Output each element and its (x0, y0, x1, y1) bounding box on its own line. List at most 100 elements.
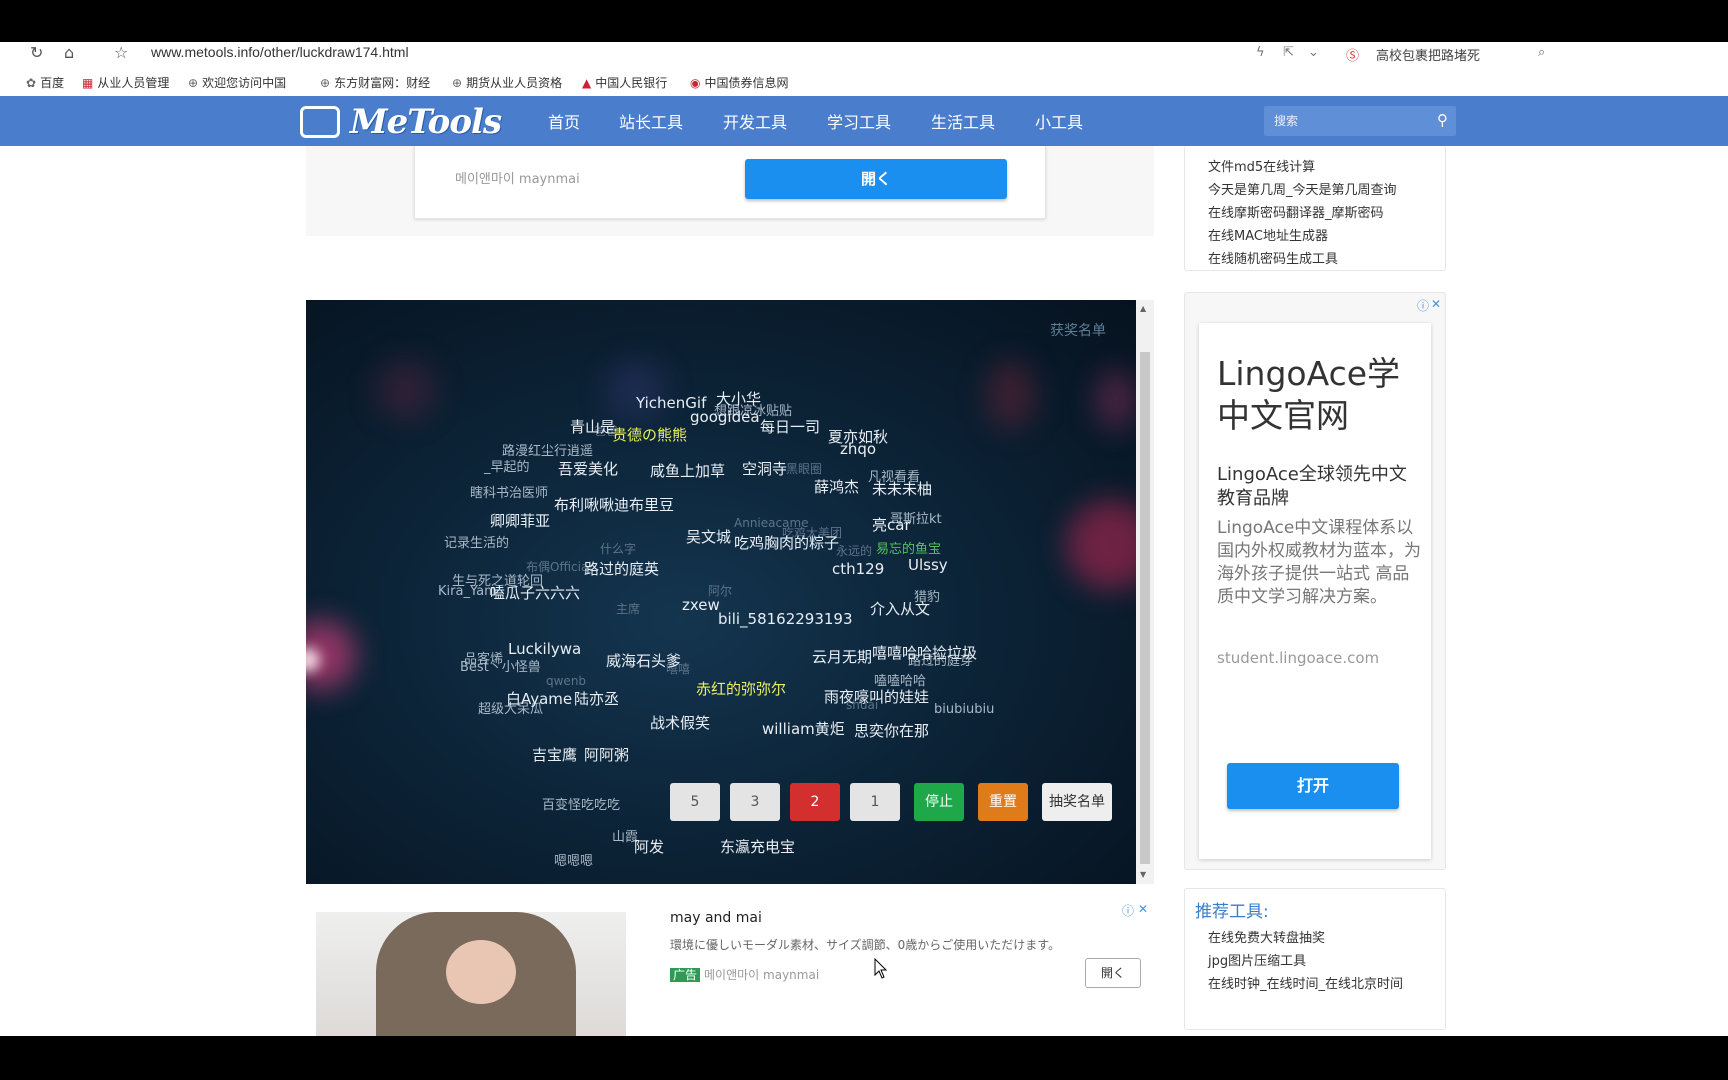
globe-icon: ⊕ (320, 76, 331, 90)
bookmark-item[interactable]: ✿ 百度 (26, 74, 64, 91)
sogou-icon[interactable]: Ⓢ (1346, 45, 1359, 64)
stage-scrollbar[interactable]: ▲ ▼ (1136, 300, 1154, 884)
globe-icon: ⊕ (188, 76, 199, 90)
ad-title[interactable]: may and mai (670, 910, 762, 926)
stop-button[interactable]: 停止 (914, 783, 964, 821)
ad-tag: 广告 (670, 968, 701, 982)
glow-light (1066, 500, 1136, 590)
ad-open-button[interactable]: 開く (1085, 958, 1141, 988)
recommend-panel: 推荐工具: 在线免费大转盘抽奖 jpg图片压缩工具 在线时钟_在线时间_在线北京… (1184, 888, 1446, 1030)
name-tag: 百变怪吃吃吃 (542, 798, 621, 813)
count-1-button[interactable]: 1 (850, 783, 900, 821)
name-tag: william黄炬 (762, 720, 845, 738)
nav-study-tools[interactable]: 学习工具 (827, 109, 891, 133)
bookmark-item[interactable]: ▲ 中国人民银行 (582, 74, 667, 91)
reset-button[interactable]: 重置 (978, 783, 1028, 821)
name-tag: 大小华 (716, 390, 762, 408)
tool-link[interactable]: 在线随机密码生成工具 (1208, 248, 1338, 267)
search-hint[interactable]: 高校包裹把路堵死 (1376, 45, 1480, 64)
nav-dev-tools[interactable]: 开发工具 (723, 109, 787, 133)
bookmark-item[interactable]: ◉ 中国债券信息网 (690, 74, 789, 91)
name-tag: 思奕你在那 (854, 722, 930, 740)
reload-icon[interactable]: ↻ (30, 43, 43, 62)
nav-small-tools[interactable]: 小工具 (1035, 109, 1083, 133)
toolbox-icon (300, 106, 340, 138)
ad-headline: LingoAce学中文官网 (1217, 354, 1401, 435)
name-tag: 雨夜嚎叫的娃娃 (824, 688, 930, 706)
ad-image[interactable] (316, 912, 626, 1036)
name-tag: zxew (682, 596, 720, 614)
sidebar-ad: ⓘ ✕ LingoAce学中文官网 LingoAce全球领先中文教育品牌 Lin… (1184, 292, 1446, 870)
bookmark-item[interactable]: ⊕ 欢迎您访问中国 (188, 74, 286, 91)
globe-icon: ⊕ (452, 76, 463, 90)
bottom-ad: may and mai 環境に優しいモーダル素材、サイズ調節、0歳からご使用いた… (306, 902, 1154, 1036)
name-tag: 每日一司 (760, 418, 821, 436)
ad-source: 广告 메이앤마이 maynmai (670, 966, 819, 983)
scroll-up-icon[interactable]: ▲ (1140, 304, 1146, 313)
name-tag: 阿阿粥 (584, 746, 630, 764)
name-tag: qwenb (546, 674, 587, 688)
name-tag: googidea (690, 408, 760, 426)
tool-link[interactable]: 在线摩斯密码翻译器_摩斯密码 (1208, 202, 1384, 221)
nav-webmaster-tools[interactable]: 站长工具 (619, 109, 683, 133)
draw-list-button[interactable]: 抽奖名单 (1042, 783, 1112, 821)
ad-open-button[interactable]: 打开 (1227, 763, 1399, 809)
name-tag: 薛鸿杰 (814, 478, 860, 496)
name-tag: 主席 (616, 602, 641, 616)
glow-light (376, 360, 436, 420)
name-tag: 空洞寺 (742, 460, 788, 478)
name-tag: 战术假笑 (650, 714, 711, 732)
name-tag: 陆亦丞 (574, 690, 620, 708)
ad-close-icon[interactable]: ✕ (1431, 297, 1441, 311)
ad-open-button[interactable]: 開く (745, 159, 1007, 199)
tool-link[interactable]: 在线MAC地址生成器 (1208, 225, 1328, 244)
tool-link[interactable]: 文件md5在线计算 (1208, 156, 1315, 175)
star-icon[interactable]: ☆ (114, 43, 128, 62)
lottery-stage: 获奖名单 爸爸 黑眼圈 什么字 永远的 Annieacame 吃鸡大美团 布偶O… (306, 300, 1136, 884)
site-logo[interactable]: MeTools (300, 102, 502, 142)
winners-label[interactable]: 获奖名单 (1050, 320, 1106, 340)
lingoace-ad-card[interactable]: LingoAce学中文官网 LingoAce全球领先中文教育品牌 LingoAc… (1199, 323, 1431, 859)
name-tag: 嘻嘻哈哈捡垃圾 (872, 644, 978, 662)
count-5-button[interactable]: 5 (670, 783, 720, 821)
home-icon[interactable]: ⌂ (64, 43, 74, 62)
ad-info-icon[interactable]: ⓘ (1417, 297, 1429, 314)
search-input[interactable] (1272, 110, 1426, 132)
nav-life-tools[interactable]: 生活工具 (931, 109, 995, 133)
nav-home[interactable]: 首页 (548, 109, 580, 133)
top-ad: 메이앤마이 maynmai 開く (306, 146, 1154, 236)
bookmark-item[interactable]: ⊕ 期货从业人员资格 (452, 74, 562, 91)
ad-close-icon[interactable]: ✕ (1138, 902, 1148, 916)
recommend-link[interactable]: 在线时钟_在线时间_在线北京时间 (1208, 973, 1403, 992)
ad-info-icon[interactable]: ⓘ (1122, 902, 1134, 919)
search-icon[interactable]: ⌕ (1538, 45, 1545, 60)
bookmark-item[interactable]: ▦ 从业人员管理 (82, 74, 169, 91)
recommend-link[interactable]: 在线免费大转盘抽奖 (1208, 927, 1325, 946)
name-tag: 云月无期 (812, 648, 873, 666)
scroll-thumb[interactable] (1140, 352, 1150, 864)
share-icon[interactable]: ⇱ (1283, 45, 1294, 60)
url-field[interactable]: www.metools.info/other/luckdraw174.html (151, 44, 409, 60)
name-tag: 亮car (872, 516, 911, 534)
tool-link[interactable]: 今天是第几周_今天是第几周查询 (1208, 179, 1397, 198)
name-tag: 记录生活的 (444, 536, 510, 551)
name-tag: 布利啾啾迪布里豆 (554, 496, 675, 514)
chevron-down-icon[interactable]: ⌄ (1308, 45, 1319, 60)
count-3-button[interactable]: 3 (730, 783, 780, 821)
name-tag: 吉宝鹰 (532, 746, 578, 764)
name-tag: 介入从文 (870, 600, 931, 618)
recommend-link[interactable]: jpg图片压缩工具 (1208, 950, 1306, 969)
lightning-icon[interactable]: ϟ (1256, 45, 1265, 60)
name-tag: 青山是 (570, 418, 616, 436)
glow-light (1096, 370, 1136, 430)
search-icon[interactable]: ⚲ (1437, 111, 1448, 129)
name-tag: 威海石头爹 (606, 652, 682, 670)
address-bar: ↻ ⌂ ☆ www.metools.info/other/luckdraw174… (0, 42, 1728, 66)
ad-paragraph: LingoAce中文课程体系以国内外权威教材为蓝本，为海外孩子提供一站式 高品质… (1217, 518, 1421, 607)
bookmark-item[interactable]: ⊕ 东方财富网：财经 (320, 74, 430, 91)
scroll-down-icon[interactable]: ▼ (1140, 870, 1146, 879)
name-tag: biubiubiu (934, 702, 995, 717)
count-2-button[interactable]: 2 (790, 783, 840, 821)
ad-advertiser: 메이앤마이 maynmai (455, 172, 580, 187)
name-tag: 什么字 (600, 542, 637, 556)
